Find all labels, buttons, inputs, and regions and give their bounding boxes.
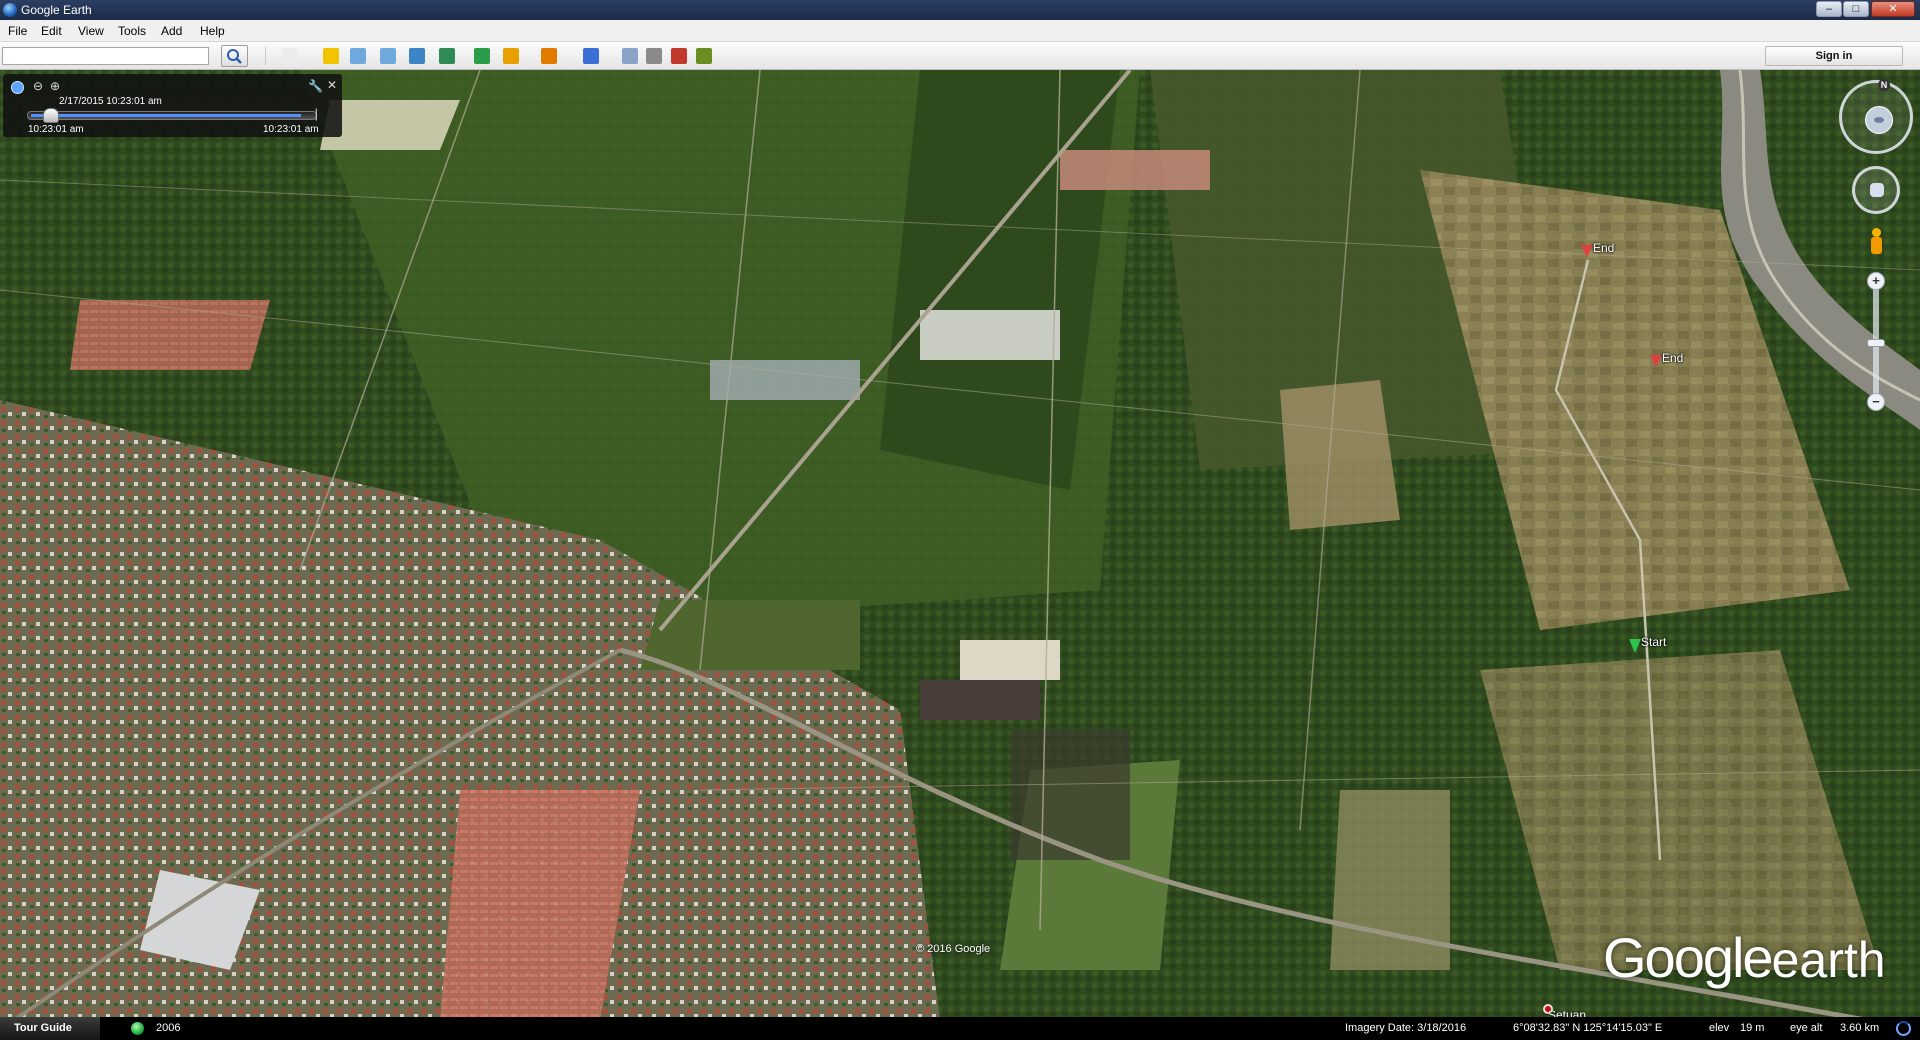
sidebar-toggle-button[interactable]: [279, 46, 301, 66]
zoom-out-button[interactable]: −: [1867, 393, 1885, 411]
eye-icon: [1865, 106, 1893, 134]
menu-file[interactable]: File: [8, 24, 27, 38]
street-view-pegman-icon[interactable]: [1869, 228, 1883, 258]
save-image-icon: [671, 48, 687, 64]
pegman-head: [1872, 228, 1881, 237]
loading-indicator-icon: [1896, 1021, 1911, 1036]
sign-in-button[interactable]: Sign in: [1765, 46, 1903, 66]
pushpin-icon: [323, 48, 339, 64]
placemark-label: End: [1662, 351, 1684, 365]
north-indicator[interactable]: N: [1878, 79, 1890, 91]
elevation-value: 19 m: [1740, 1022, 1765, 1034]
satellite-imagery: [0, 70, 1920, 1020]
close-icon[interactable]: ✕: [327, 78, 337, 92]
time-end-label: 10:23:01 am: [263, 124, 319, 135]
zoom-slider-thumb[interactable]: [1867, 339, 1885, 347]
placemark-start[interactable]: Start: [1629, 635, 1689, 661]
time-start-label: 10:23:01 am: [28, 124, 84, 135]
polygon-icon: [350, 48, 366, 64]
zoom-out-time-icon[interactable]: ⊖: [33, 79, 43, 93]
email-button[interactable]: [619, 46, 641, 66]
menu-edit[interactable]: Edit: [41, 24, 62, 38]
historical-imagery-button[interactable]: [471, 46, 493, 66]
google-earth-logo: Googleearth: [1603, 925, 1886, 990]
map-view[interactable]: [0, 70, 1920, 1020]
maximize-button[interactable]: □: [1843, 1, 1869, 17]
coordinates: 6°08'32.83" N 125°14'15.03" E: [1513, 1022, 1663, 1034]
logo-word-earth: earth: [1771, 932, 1886, 988]
window-title: Google Earth: [21, 3, 92, 17]
clock-icon: [474, 48, 490, 64]
add-placemark-button[interactable]: [320, 46, 342, 66]
sun-icon: [503, 48, 519, 64]
historical-year: 2006: [156, 1022, 181, 1034]
imagery-date: Imagery Date: 3/18/2016: [1345, 1022, 1467, 1034]
sunlight-button[interactable]: [500, 46, 522, 66]
switch-planet-button[interactable]: [538, 46, 560, 66]
path-icon: [380, 48, 396, 64]
google-earth-icon: [3, 3, 17, 17]
placemark-end[interactable]: End: [1650, 351, 1710, 377]
add-path-button[interactable]: [377, 46, 399, 66]
minimize-button[interactable]: –: [1816, 1, 1842, 17]
toolbar: Sign in: [0, 42, 1920, 70]
pushpin-icon: [1629, 639, 1641, 653]
ruler-icon: [583, 48, 599, 64]
time-slider-thumb[interactable]: [43, 108, 60, 123]
map-copyright: © 2016 Google: [916, 943, 991, 955]
pegman-body: [1871, 237, 1882, 254]
historical-imagery-icon[interactable]: [131, 1022, 144, 1035]
sidebar-icon: [282, 48, 298, 64]
logo-word-google: Google: [1603, 926, 1774, 989]
menu-view[interactable]: View: [78, 24, 104, 38]
eye-altitude-value: 3.60 km: [1840, 1022, 1880, 1034]
title-bar: Google Earth – □ ✕: [0, 0, 1920, 20]
menu-tools[interactable]: Tools: [118, 24, 146, 38]
look-joystick[interactable]: N: [1839, 79, 1913, 154]
maps-icon: [696, 48, 712, 64]
move-joystick[interactable]: [1852, 166, 1900, 214]
save-image-button[interactable]: [668, 46, 690, 66]
search-input[interactable]: [2, 47, 209, 65]
add-image-overlay-button[interactable]: [406, 46, 428, 66]
email-icon: [622, 48, 638, 64]
close-button[interactable]: ✕: [1871, 1, 1915, 17]
print-icon: [646, 48, 662, 64]
pushpin-icon: [1581, 245, 1593, 257]
search-button[interactable]: [221, 45, 248, 67]
time-slider-panel: ⊖ ⊕ 🔧 ✕ 2/17/2015 10:23:01 am ▕ 10:23:01…: [3, 74, 342, 137]
placemark-label: Start: [1641, 635, 1667, 649]
navigation-controls: N + −: [1834, 79, 1914, 420]
eye-altitude-label: eye alt: [1790, 1022, 1823, 1034]
time-end-marker-icon: ▕: [309, 110, 317, 121]
tour-guide-button[interactable]: Tour Guide: [0, 1017, 100, 1040]
image-overlay-icon: [409, 48, 425, 64]
hand-icon: [1870, 183, 1884, 197]
planet-icon: [541, 48, 557, 64]
zoom-in-button[interactable]: +: [1867, 272, 1885, 290]
record-tour-button[interactable]: [436, 46, 458, 66]
placemark-label: End: [1593, 241, 1615, 255]
pushpin-icon: [1650, 355, 1662, 367]
tour-guide-label: Tour Guide: [14, 1022, 72, 1034]
menu-add[interactable]: Add: [161, 24, 182, 38]
menu-help[interactable]: Help: [200, 24, 225, 38]
toolbar-separator: [265, 47, 266, 65]
view-in-maps-button[interactable]: [693, 46, 715, 66]
search-icon: [227, 49, 242, 64]
add-polygon-button[interactable]: [347, 46, 369, 66]
time-current-value: 2/17/2015 10:23:01 am: [59, 96, 162, 107]
print-button[interactable]: [643, 46, 665, 66]
time-slider-fill: [31, 114, 301, 117]
clock-icon: [11, 81, 24, 94]
menu-bar: File Edit View Tools Add Help: [0, 20, 1920, 42]
placemark-end[interactable]: End: [1581, 241, 1641, 267]
status-bar: Imagery Date: 3/18/2016 6°08'32.83" N 12…: [0, 1017, 1920, 1040]
elevation-label: elev: [1709, 1022, 1730, 1034]
zoom-in-time-icon[interactable]: ⊕: [50, 79, 60, 93]
wrench-icon[interactable]: 🔧: [308, 79, 323, 93]
ruler-button[interactable]: [580, 46, 602, 66]
record-tour-icon: [439, 48, 455, 64]
